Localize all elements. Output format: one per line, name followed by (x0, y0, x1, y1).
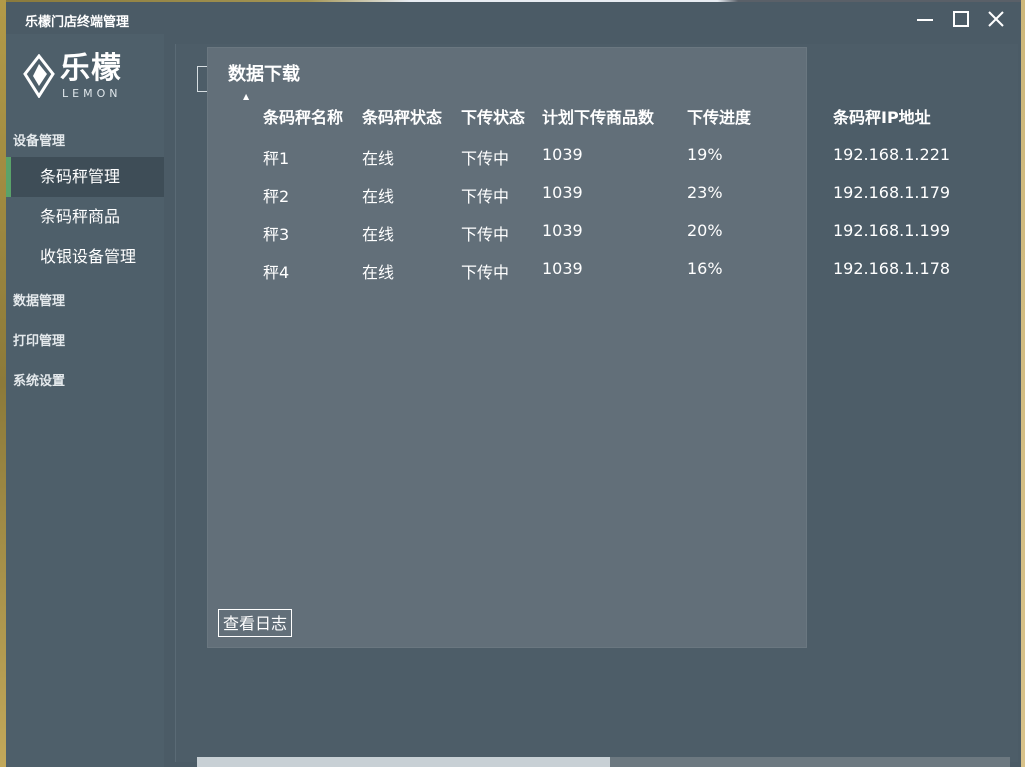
column-header-scale-status[interactable]: 条码秤状态 (362, 104, 442, 128)
cell-transfer-status: 下传中 (461, 187, 510, 206)
cell-progress: 20% (687, 221, 723, 240)
cell-ip: 192.168.1.179 (833, 183, 951, 202)
title-bar: 乐檬门店终端管理 (6, 2, 1021, 34)
sidebar-item-scale-products[interactable]: 条码秤商品 (6, 197, 164, 237)
nav-group-device[interactable]: 设备管理 (13, 130, 65, 149)
column-header-planned-count[interactable]: 计划下传商品数 (542, 104, 654, 128)
cell-scale-status: 在线 (362, 225, 395, 244)
cell-transfer-status: 下传中 (461, 263, 510, 282)
column-header-ip[interactable]: 条码秤IP地址 (833, 104, 931, 128)
cell-planned-count: 1039 (542, 221, 583, 240)
logo-subtext: LEMON (62, 87, 122, 100)
sidebar: 乐檬 LEMON 设备管理 条码秤管理 条码秤商品 收银设备管理 数据管理 打印… (6, 34, 164, 767)
nav-group-settings[interactable]: 系统设置 (13, 370, 65, 389)
cell-progress: 16% (687, 259, 723, 278)
data-download-dialog: 数据下载 ▲ 条码秤名称 条码秤状态 下传状态 计划下传商品数 下传进度 条码秤… (207, 47, 950, 648)
cell-ip: 192.168.1.199 (833, 221, 951, 240)
cell-transfer-status: 下传中 (461, 225, 510, 244)
lemon-logo-icon (23, 54, 55, 98)
sidebar-item-scale-management[interactable]: 条码秤管理 (6, 157, 164, 197)
cell-scale-name: 秤1 (263, 149, 290, 168)
dialog-title: 数据下载 (228, 64, 300, 85)
cell-scale-name: 秤3 (263, 225, 290, 244)
cell-planned-count: 1039 (542, 145, 583, 164)
column-header-progress[interactable]: 下传进度 (687, 104, 751, 128)
cell-scale-name: 秤2 (263, 187, 290, 206)
close-button[interactable] (983, 6, 1009, 32)
cell-scale-status: 在线 (362, 263, 395, 282)
cell-planned-count: 1039 (542, 183, 583, 202)
horizontal-scrollbar[interactable] (197, 757, 1010, 767)
maximize-icon (953, 11, 969, 27)
column-header-scale-name[interactable]: 条码秤名称 (263, 104, 343, 128)
scrollbar-thumb[interactable] (197, 757, 610, 767)
close-icon (988, 11, 1004, 27)
cell-ip: 192.168.1.178 (833, 259, 951, 278)
cell-planned-count: 1039 (542, 259, 583, 278)
nav-group-data[interactable]: 数据管理 (13, 290, 65, 309)
sidebar-item-cashier-devices[interactable]: 收银设备管理 (6, 237, 164, 277)
cell-progress: 23% (687, 183, 723, 202)
maximize-button[interactable] (948, 6, 974, 32)
cell-scale-status: 在线 (362, 187, 395, 206)
minimize-button[interactable] (912, 6, 938, 32)
cell-scale-status: 在线 (362, 149, 395, 168)
minimize-icon (917, 19, 933, 21)
cell-transfer-status: 下传中 (461, 149, 510, 168)
logo-text: 乐檬 (60, 51, 122, 86)
cell-ip: 192.168.1.221 (833, 145, 951, 164)
column-header-transfer-status[interactable]: 下传状态 (461, 104, 525, 128)
desktop-background-right (1021, 0, 1025, 767)
nav-group-print[interactable]: 打印管理 (13, 330, 65, 349)
cell-scale-name: 秤4 (263, 263, 290, 282)
cell-progress: 19% (687, 145, 723, 164)
app-title: 乐檬门店终端管理 (25, 15, 130, 30)
sort-indicator-icon: ▲ (243, 92, 250, 101)
view-log-button[interactable]: 查看日志 (218, 609, 292, 637)
logo: 乐檬 LEMON (22, 52, 132, 102)
